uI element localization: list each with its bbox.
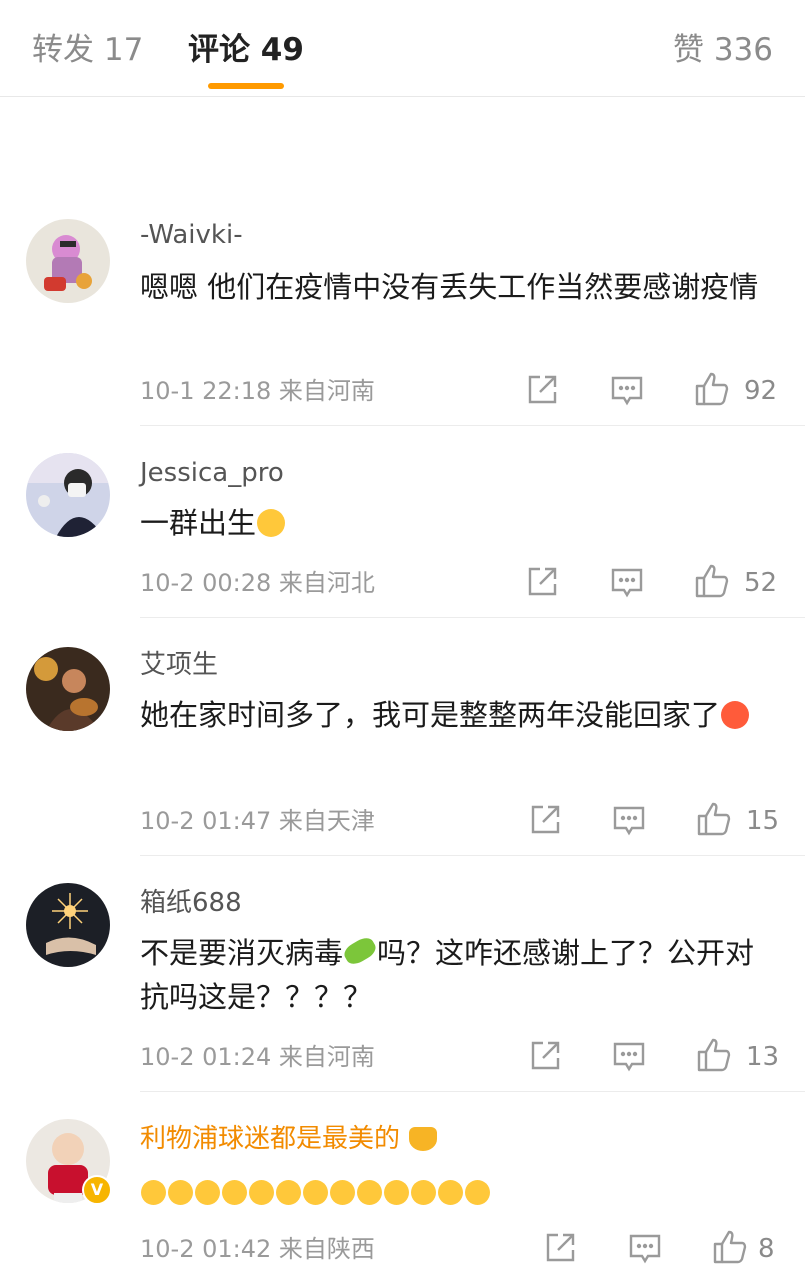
active-tab-indicator [208, 83, 284, 89]
comment-location: 来自河南 [278, 1043, 375, 1071]
crying-emoji [357, 1180, 382, 1205]
share-icon[interactable] [525, 373, 559, 407]
share-icon[interactable] [543, 1231, 577, 1265]
comment-text-content: 一群出生 [140, 506, 257, 540]
comment-time: 10-2 01:47 [140, 807, 272, 835]
like-icon[interactable] [696, 801, 732, 837]
comment-location: 来自河南 [278, 377, 375, 405]
comment-time: 10-2 01:42 [140, 1235, 272, 1263]
like-count: 13 [746, 1042, 780, 1072]
username[interactable]: 箱纸688 [140, 885, 242, 921]
share-icon[interactable] [528, 1039, 562, 1073]
comment-time: 10-1 22:18 [140, 377, 272, 405]
crying-emoji [384, 1180, 409, 1205]
like-count: 8 [758, 1234, 775, 1264]
avatar[interactable] [26, 453, 110, 537]
divider [140, 855, 805, 856]
comment-text-before: 不是要消灭病毒 [140, 936, 344, 970]
comment-location: 来自陕西 [278, 1235, 375, 1263]
crying-emoji [168, 1180, 193, 1205]
comment-meta: 10-2 01:24 来自河南 [140, 1039, 375, 1075]
comment-location: 来自天津 [278, 807, 375, 835]
share-icon[interactable] [525, 565, 559, 599]
tab-repost[interactable]: 转发 17 [32, 28, 143, 72]
crying-emoji [141, 1180, 166, 1205]
comment-location: 来自河北 [278, 569, 375, 597]
comment-emoji-row [140, 1169, 780, 1213]
comment-time: 10-2 01:24 [140, 1043, 272, 1071]
tab-bar: 转发 17 评论 49 赞 336 [0, 0, 805, 97]
divider [140, 1091, 805, 1092]
comment-text: 一群出生 [140, 501, 780, 545]
comment-meta: 10-2 00:28 来自河北 [140, 565, 375, 601]
crying-emoji [330, 1180, 355, 1205]
username-text: 利物浦球迷都是最美的 [140, 1124, 401, 1154]
crown-emoji [409, 1127, 438, 1151]
comment-text: 嗯嗯 他们在疫情中没有丢失工作当然要感谢疫情 [140, 270, 759, 304]
avatar[interactable] [26, 647, 110, 731]
comment-icon[interactable] [610, 375, 644, 407]
divider [140, 617, 805, 618]
comment-icon[interactable] [610, 567, 644, 599]
crying-emoji [195, 1180, 220, 1205]
like-count: 15 [746, 806, 780, 836]
comment-meta: 10-1 22:18 来自河南 [140, 373, 375, 409]
angry-emoji [721, 701, 750, 729]
username[interactable]: -Waivki- [140, 217, 243, 253]
comment-meta: 10-2 01:42 来自陕西 [140, 1231, 375, 1267]
tab-likes[interactable]: 赞 336 [673, 28, 773, 72]
divider [140, 425, 805, 426]
like-count: 92 [744, 376, 778, 406]
comment-text: 不是要消灭病毒 吗？这咋还感谢上了？公开对抗吗这是？？？？ [140, 931, 780, 1019]
like-icon[interactable] [694, 371, 730, 407]
virus-emoji [341, 934, 379, 968]
username[interactable]: Jessica_pro [140, 455, 284, 491]
avatar[interactable] [26, 219, 110, 303]
comment-text: 她在家时间多了，我可是整整两年没能回家了 [140, 693, 780, 737]
tab-comments[interactable]: 评论 49 [188, 28, 304, 72]
crying-emoji [438, 1180, 463, 1205]
share-icon[interactable] [528, 803, 562, 837]
username[interactable]: 艾项生 [140, 647, 218, 683]
username[interactable]: 利物浦球迷都是最美的 [140, 1121, 438, 1157]
crying-emoji [465, 1180, 490, 1205]
crying-emoji [222, 1180, 247, 1205]
avatar[interactable] [26, 883, 110, 967]
crying-emoji [303, 1180, 328, 1205]
comment-icon[interactable] [628, 1233, 662, 1265]
blush-emoji [257, 509, 286, 537]
comment-time: 10-2 00:28 [140, 569, 272, 597]
like-icon[interactable] [694, 563, 730, 599]
like-icon[interactable] [712, 1229, 748, 1265]
crying-emoji [249, 1180, 274, 1205]
comment-meta: 10-2 01:47 来自天津 [140, 803, 375, 839]
crying-emoji [276, 1180, 301, 1205]
like-icon[interactable] [696, 1037, 732, 1073]
comment-text-content: 她在家时间多了，我可是整整两年没能回家了 [140, 698, 721, 732]
comment-icon[interactable] [612, 805, 646, 837]
verified-badge: V [82, 1175, 112, 1205]
comment-icon[interactable] [612, 1041, 646, 1073]
crying-emoji [411, 1180, 436, 1205]
like-count: 52 [744, 568, 778, 598]
